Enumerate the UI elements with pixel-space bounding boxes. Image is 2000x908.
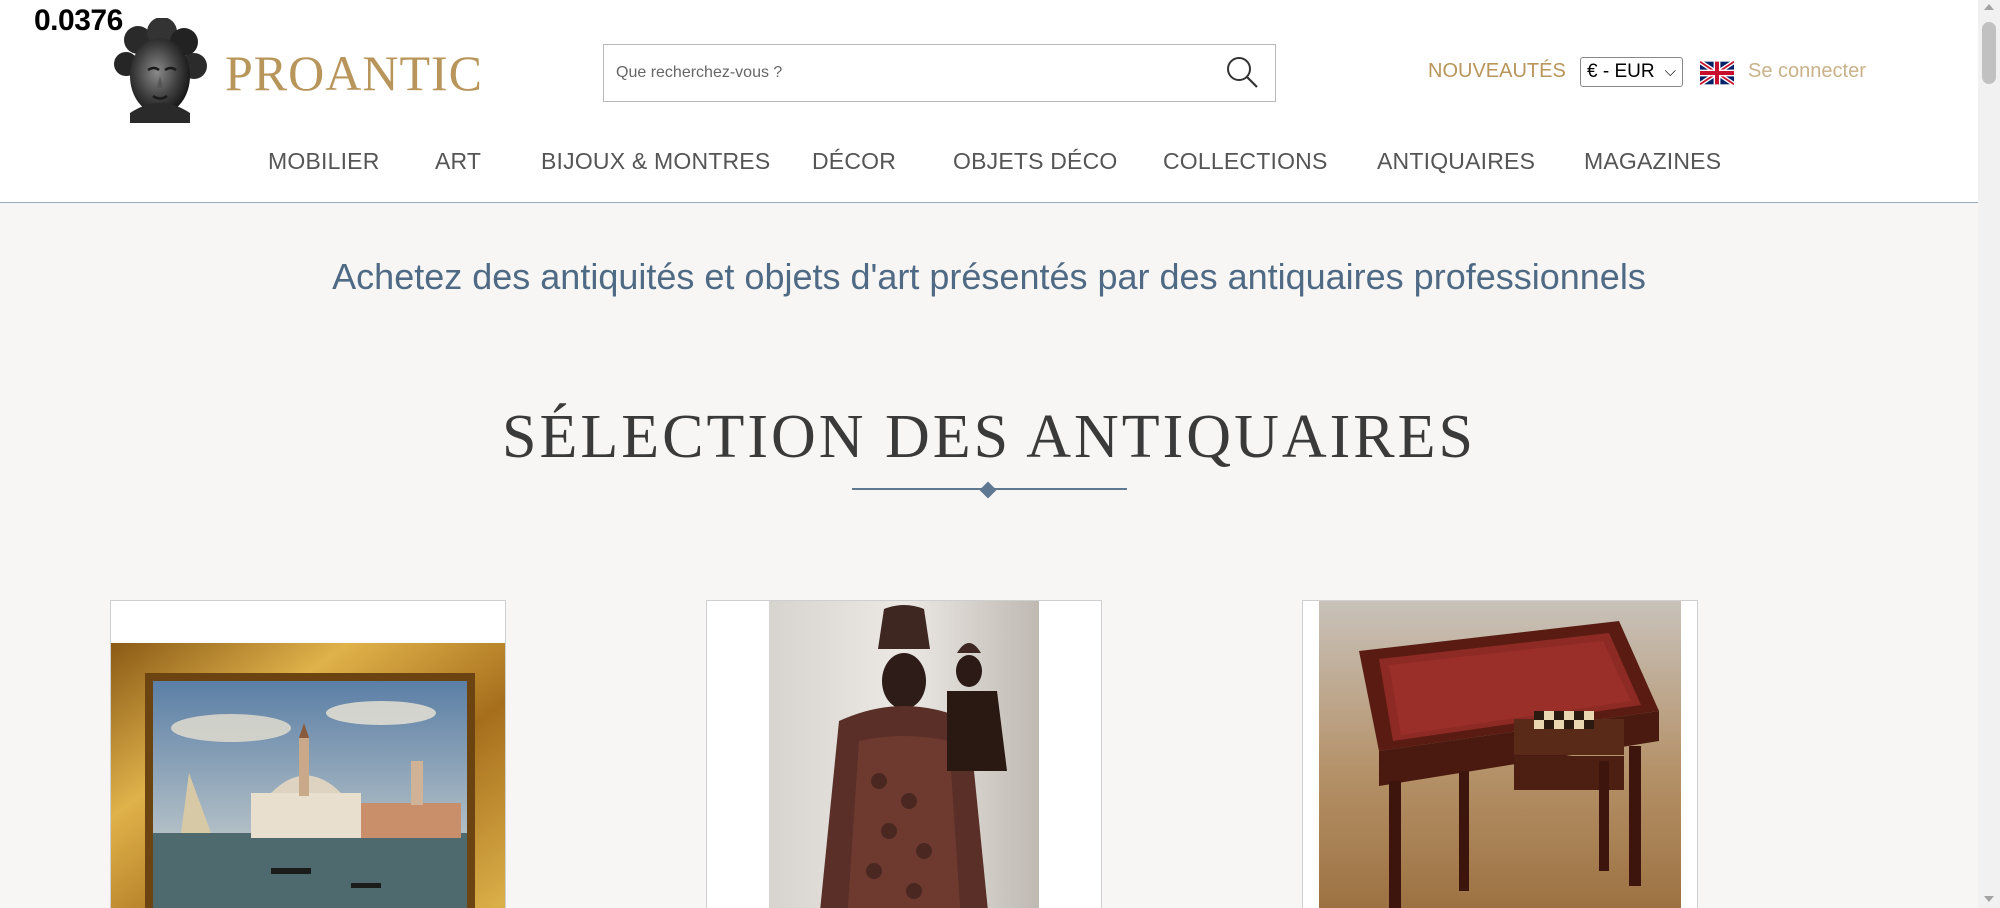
game-table-image[interactable]	[1319, 601, 1681, 908]
divider-diamond-icon	[979, 481, 997, 499]
nav-item-decor[interactable]: DÉCOR	[812, 148, 896, 175]
classical-bust-logo-icon[interactable]	[110, 18, 210, 123]
scrollbar-thumb[interactable]	[1982, 22, 1996, 84]
debug-overlay-value: 0.0376	[34, 4, 123, 37]
page-scrollbar[interactable]	[1978, 0, 2000, 908]
search-icon[interactable]	[1223, 54, 1261, 92]
brand-name[interactable]: PROANTIC	[225, 44, 483, 102]
nav-item-bijoux-montres[interactable]: BIJOUX & MONTRES	[541, 148, 770, 175]
main-nav: MOBILIER ART BIJOUX & MONTRES DÉCOR OBJE…	[0, 148, 1978, 178]
venice-painting-image[interactable]	[111, 643, 506, 908]
search-bar	[603, 44, 1276, 102]
product-card-statue[interactable]	[706, 600, 1102, 908]
nav-item-collections[interactable]: COLLECTIONS	[1163, 148, 1328, 175]
scroll-up-icon[interactable]	[1984, 4, 1994, 10]
tagline: Achetez des antiquités et objets d'art p…	[332, 256, 1646, 297]
section-title: SÉLECTION DES ANTIQUAIRES	[502, 403, 1476, 471]
nav-item-magazines[interactable]: MAGAZINES	[1584, 148, 1721, 175]
nav-item-antiquaires[interactable]: ANTIQUAIRES	[1377, 148, 1535, 175]
new-arrivals-link[interactable]: NOUVEAUTÉS	[1428, 60, 1566, 83]
nav-item-mobilier[interactable]: MOBILIER	[268, 148, 380, 175]
currency-selected-value: € - EUR	[1587, 61, 1655, 82]
site-header: 0.0376 PROANTIC NOUVEAUTÉS € - EUR ⌵	[0, 0, 1978, 203]
product-card-table[interactable]	[1302, 600, 1698, 908]
product-card-painting[interactable]	[110, 600, 506, 908]
uk-flag-icon[interactable]	[1700, 61, 1734, 85]
nav-item-objets-deco[interactable]: OBJETS DÉCO	[953, 148, 1118, 175]
login-link[interactable]: Se connecter	[1748, 60, 1866, 83]
scroll-down-icon[interactable]	[1984, 896, 1994, 902]
search-input[interactable]	[616, 45, 1196, 101]
chevron-down-icon: ⌵	[1664, 63, 1676, 80]
currency-select[interactable]: € - EUR ⌵	[1580, 57, 1683, 87]
madonna-statue-image[interactable]	[769, 601, 1039, 908]
nav-item-art[interactable]: ART	[435, 148, 481, 175]
